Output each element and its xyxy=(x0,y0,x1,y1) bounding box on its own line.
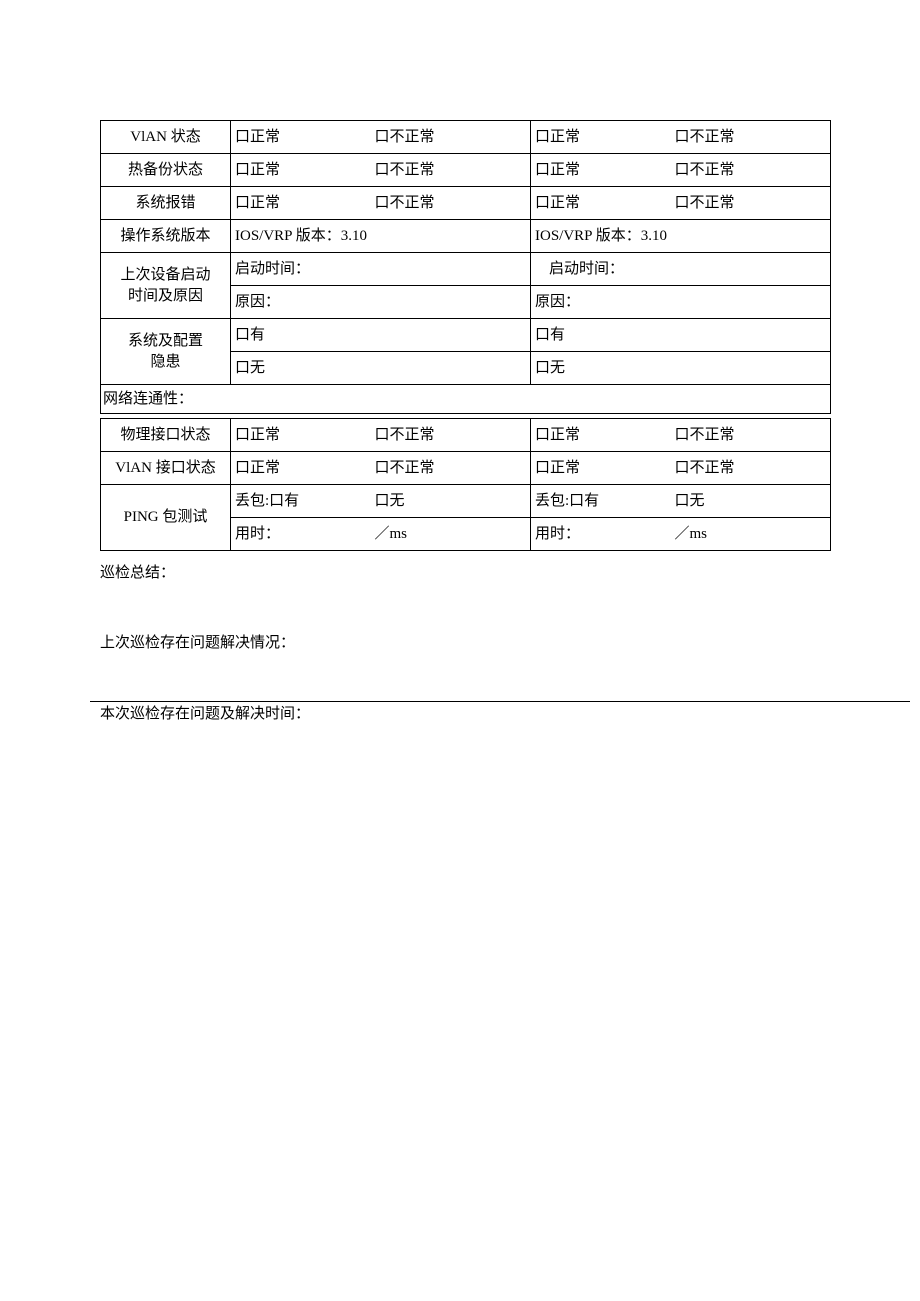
label-phy-if: 物理接口状态 xyxy=(101,419,231,452)
row-sys-error: 系统报错 口正常 口不正常 口正常 口不正常 xyxy=(101,187,831,220)
summary-block[interactable]: 巡检总结： xyxy=(100,561,820,631)
cell-drop-a-none[interactable]: 口无 xyxy=(371,485,531,518)
cell-risk-b-none[interactable]: 口无 xyxy=(531,352,831,385)
cell-se-a-normal[interactable]: 口正常 xyxy=(231,187,371,220)
label-last-boot: 上次设备启动 时间及原因 xyxy=(101,253,231,319)
cell-vlan-a-normal[interactable]: 口正常 xyxy=(231,121,371,154)
label-this-issues: 本次巡检存在问题及解决时间： xyxy=(100,706,310,722)
cell-vif-b-normal[interactable]: 口正常 xyxy=(531,452,671,485)
cell-phy-b-normal[interactable]: 口正常 xyxy=(531,419,671,452)
cell-phy-b-abnormal[interactable]: 口不正常 xyxy=(671,419,831,452)
inspection-table-1: VlAN 状态 口正常 口不正常 口正常 口不正常 热备份状态 口正常 口不正常… xyxy=(100,120,831,414)
this-issues-block[interactable]: 本次巡检存在问题及解决时间： xyxy=(100,702,820,772)
label-sys-conf-risk: 系统及配置 隐患 xyxy=(101,319,231,385)
cell-time-b-label[interactable]: 用时： xyxy=(531,518,671,551)
row-net-conn: 网络连通性： xyxy=(101,385,831,414)
row-os-version: 操作系统版本 IOS/VRP 版本：3.10 IOS/VRP 版本：3.10 xyxy=(101,220,831,253)
cell-hb-b-abnormal[interactable]: 口不正常 xyxy=(671,154,831,187)
cell-hb-a-normal[interactable]: 口正常 xyxy=(231,154,371,187)
cell-time-b-unit: ／ms xyxy=(671,518,831,551)
label-ping: PING 包测试 xyxy=(101,485,231,551)
row-vlan-state: VlAN 状态 口正常 口不正常 口正常 口不正常 xyxy=(101,121,831,154)
cell-vlan-b-abnormal[interactable]: 口不正常 xyxy=(671,121,831,154)
cell-os-a: IOS/VRP 版本：3.10 xyxy=(231,220,531,253)
last-issues-block[interactable]: 上次巡检存在问题解决情况： xyxy=(100,631,820,701)
cell-se-b-abnormal[interactable]: 口不正常 xyxy=(671,187,831,220)
label-vlan-state: VlAN 状态 xyxy=(101,121,231,154)
label-net-conn: 网络连通性： xyxy=(101,385,831,414)
row-sys-conf-have: 系统及配置 隐患 口有 口有 xyxy=(101,319,831,352)
cell-phy-a-abnormal[interactable]: 口不正常 xyxy=(371,419,531,452)
label-sys-error: 系统报错 xyxy=(101,187,231,220)
cell-drop-b-have[interactable]: 丢包:口有 xyxy=(531,485,671,518)
label-hot-backup: 热备份状态 xyxy=(101,154,231,187)
cell-vlan-b-normal[interactable]: 口正常 xyxy=(531,121,671,154)
cell-time-a-unit: ／ms xyxy=(371,518,531,551)
cell-vif-a-normal[interactable]: 口正常 xyxy=(231,452,371,485)
cell-risk-a-none[interactable]: 口无 xyxy=(231,352,531,385)
row-last-boot-time: 上次设备启动 时间及原因 启动时间： 启动时间： xyxy=(101,253,831,286)
inspection-table-2: 物理接口状态 口正常 口不正常 口正常 口不正常 VlAN 接口状态 口正常 口… xyxy=(100,418,831,551)
cell-vif-b-abnormal[interactable]: 口不正常 xyxy=(671,452,831,485)
row-ping-drop: PING 包测试 丢包:口有 口无 丢包:口有 口无 xyxy=(101,485,831,518)
cell-time-a-label[interactable]: 用时： xyxy=(231,518,371,551)
row-hot-backup: 热备份状态 口正常 口不正常 口正常 口不正常 xyxy=(101,154,831,187)
label-os-version: 操作系统版本 xyxy=(101,220,231,253)
cell-se-b-normal[interactable]: 口正常 xyxy=(531,187,671,220)
cell-phy-a-normal[interactable]: 口正常 xyxy=(231,419,371,452)
row-phy-if: 物理接口状态 口正常 口不正常 口正常 口不正常 xyxy=(101,419,831,452)
label-last-issues: 上次巡检存在问题解决情况： xyxy=(100,635,295,651)
cell-risk-b-have[interactable]: 口有 xyxy=(531,319,831,352)
cell-boot-time-a[interactable]: 启动时间： xyxy=(231,253,531,286)
cell-hb-b-normal[interactable]: 口正常 xyxy=(531,154,671,187)
cell-os-b: IOS/VRP 版本：3.10 xyxy=(531,220,831,253)
label-vlan-if: VlAN 接口状态 xyxy=(101,452,231,485)
cell-drop-a-have[interactable]: 丢包:口有 xyxy=(231,485,371,518)
row-vlan-if: VlAN 接口状态 口正常 口不正常 口正常 口不正常 xyxy=(101,452,831,485)
label-summary: 巡检总结： xyxy=(100,565,175,581)
cell-se-a-abnormal[interactable]: 口不正常 xyxy=(371,187,531,220)
cell-boot-time-b[interactable]: 启动时间： xyxy=(531,253,831,286)
cell-vlan-a-abnormal[interactable]: 口不正常 xyxy=(371,121,531,154)
cell-reason-b[interactable]: 原因： xyxy=(531,286,831,319)
cell-hb-a-abnormal[interactable]: 口不正常 xyxy=(371,154,531,187)
cell-risk-a-have[interactable]: 口有 xyxy=(231,319,531,352)
cell-reason-a[interactable]: 原因： xyxy=(231,286,531,319)
cell-vif-a-abnormal[interactable]: 口不正常 xyxy=(371,452,531,485)
cell-drop-b-none[interactable]: 口无 xyxy=(671,485,831,518)
